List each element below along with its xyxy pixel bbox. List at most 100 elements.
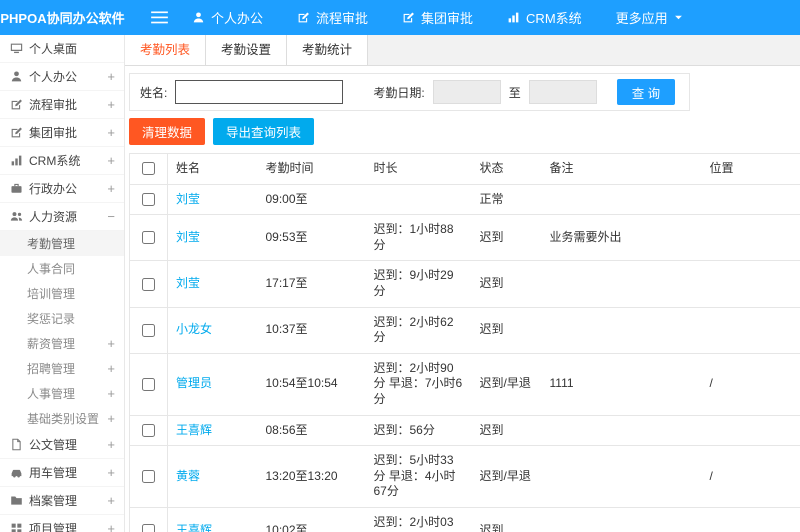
cell-time: 08:56至 [257,415,366,447]
row-checkbox[interactable] [142,423,155,437]
sidebar-item-14[interactable]: 人事管理 + [0,381,124,406]
topnav-item-5[interactable]: 更多应用 [616,8,683,27]
expand-icon[interactable]: + [107,438,115,451]
sidebar-item-2[interactable]: 个人办公 + [0,63,124,91]
sidebar-item-11[interactable]: 奖惩记录 [0,306,124,331]
name-filter-input[interactable] [175,80,344,104]
sidebar-item-label: 考勤管理 [27,237,76,251]
edit-icon [10,98,23,111]
sidebar-item-6[interactable]: 行政办公 + [0,175,124,203]
tab-1[interactable]: 考勤列表 [125,35,207,65]
edit-icon [297,11,310,24]
expand-icon[interactable]: + [107,337,115,350]
cell-duration: 迟到：2小时03分 [365,507,472,532]
date-from-input[interactable] [432,80,501,104]
employee-name-link[interactable]: 王喜辉 [176,423,212,437]
sidebar-item-3[interactable]: 流程审批 + [0,91,124,119]
cell-location [701,507,800,532]
topnav-item-4[interactable]: CRM系统 [507,8,582,27]
action-toolbar: 清理数据 导出查询列表 [129,118,800,145]
sidebar-item-17[interactable]: 用车管理 + [0,459,124,487]
row-checkbox[interactable] [142,192,155,206]
sidebar-item-7[interactable]: 人力资源 − [0,203,124,231]
row-checkbox[interactable] [142,277,155,291]
sidebar-item-10[interactable]: 培训管理 [0,281,124,306]
expand-icon[interactable]: + [107,466,115,479]
expand-icon[interactable]: + [107,70,115,83]
cell-name: 刘莹 [167,184,258,216]
expand-icon[interactable]: + [107,182,115,195]
employee-name-link[interactable]: 刘莹 [176,230,200,244]
tab-3[interactable]: 考勤统计 [287,35,369,65]
row-checkbox[interactable] [142,377,155,391]
cell-name: 管理员 [167,353,258,416]
row-checkbox[interactable] [142,231,155,245]
sidebar-item-16[interactable]: 公文管理 + [0,431,124,459]
sidebar-item-15[interactable]: 基础类别设置 + [0,406,124,431]
row-checkbox[interactable] [142,524,155,532]
attendance-table: 姓名 考勤时间 时长 状态 备注 位置 刘莹 09:00至 正常 刘莹 09:53至 迟到：1小时8… [129,153,800,532]
table-row: 刘莹 09:53至 迟到：1小时88分 迟到 业务需要外出 [129,214,800,262]
collapse-icon[interactable]: − [107,210,115,223]
employee-name-link[interactable]: 刘莹 [176,192,200,206]
tab-bar: 考勤列表 考勤设置 考勤统计 [125,35,800,66]
expand-icon[interactable]: + [107,98,115,111]
search-button[interactable]: 查 询 [616,79,676,105]
expand-icon[interactable]: + [107,522,115,532]
expand-icon[interactable]: + [107,387,115,400]
sidebar-item-label: 公文管理 [29,438,78,452]
cell-status: 迟到/早退 [471,445,542,508]
row-select-cell [129,307,168,354]
date-to-input[interactable] [528,80,597,104]
sidebar-item-13[interactable]: 招聘管理 + [0,356,124,381]
clean-data-button[interactable]: 清理数据 [129,118,206,145]
expand-icon[interactable]: + [107,412,115,425]
row-checkbox[interactable] [142,323,155,337]
sidebar-item-8[interactable]: 考勤管理 [0,231,124,256]
column-header-5: 备注 [541,153,702,185]
sidebar-item-12[interactable]: 薪资管理 + [0,331,124,356]
cell-name: 小龙女 [167,307,258,354]
sidebar-item-label: CRM系统 [29,154,81,168]
sidebar-item-4[interactable]: 集团审批 + [0,119,124,147]
app-logo[interactable]: PHPOA协同办公软件 [0,8,125,27]
sidebar-item-label: 奖惩记录 [27,312,76,326]
sidebar-item-18[interactable]: 档案管理 + [0,487,124,515]
date-filter-label: 考勤日期: [373,85,425,100]
sidebar-item-label: 集团审批 [29,126,78,140]
expand-icon[interactable]: + [107,494,115,507]
topnav-item-label: 集团审批 [421,11,474,26]
employee-name-link[interactable]: 刘莹 [176,276,200,290]
cell-status: 正常 [471,184,542,216]
select-all-checkbox[interactable] [142,162,155,176]
sidebar-item-19[interactable]: 项目管理 + [0,515,124,532]
employee-name-link[interactable]: 王喜辉 [176,523,212,532]
users-icon [10,210,23,223]
cell-location [701,260,800,308]
sidebar-item-5[interactable]: CRM系统 + [0,147,124,175]
sidebar-item-label: 流程审批 [29,98,78,112]
employee-name-link[interactable]: 黄蓉 [176,469,200,483]
sidebar-item-9[interactable]: 人事合同 [0,256,124,281]
sidebar-item-label: 培训管理 [27,287,76,301]
employee-name-link[interactable]: 管理员 [176,376,212,390]
export-list-button[interactable]: 导出查询列表 [213,118,315,145]
expand-icon[interactable]: + [107,126,115,139]
table-row: 王喜辉 10:02至迟到：2小时03分迟到 [129,507,800,532]
car-icon [10,466,23,479]
sidebar-item-1[interactable]: 个人桌面 [0,35,124,63]
expand-icon[interactable]: + [107,154,115,167]
main-content: 考勤列表 考勤设置 考勤统计 姓名: 考勤日期: 至 查 询 清理数据 导出查询列表… [125,35,800,532]
topnav-item-3[interactable]: 集团审批 [402,8,473,27]
menu-icon[interactable] [151,11,168,24]
table-body: 刘莹 09:00至 正常 刘莹 09:53至 迟到：1小时88分 迟到 业务需要外出 刘莹 17:… [129,184,800,532]
employee-name-link[interactable]: 小龙女 [176,322,212,336]
expand-icon[interactable]: + [107,362,115,375]
row-checkbox[interactable] [142,470,155,484]
topnav-item-2[interactable]: 流程审批 [297,8,368,27]
tab-2[interactable]: 考勤设置 [206,35,288,65]
topnav-item-1[interactable]: 个人办公 [192,8,263,27]
cell-duration: 迟到：9小时29分 [365,260,472,308]
cell-remark [541,260,702,308]
cell-status: 迟到 [471,415,542,447]
